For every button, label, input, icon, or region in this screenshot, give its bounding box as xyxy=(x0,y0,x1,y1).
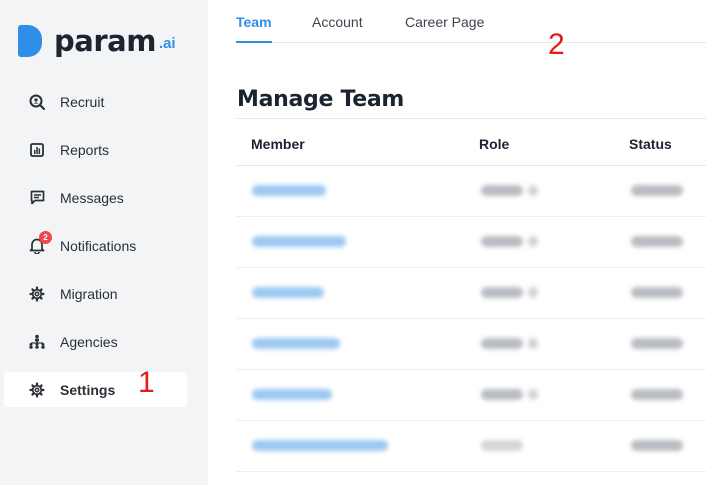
logo-suffix: .ai xyxy=(158,34,176,52)
sidebar-item-messages[interactable]: Messages xyxy=(4,180,187,215)
sidebar-item-label: Recruit xyxy=(60,93,105,110)
status-blurred xyxy=(631,389,683,400)
status-blurred xyxy=(631,185,683,196)
sidebar-item-label: Settings xyxy=(60,381,116,398)
sidebar-item-label: Notifications xyxy=(60,237,137,254)
column-header-member[interactable]: Member xyxy=(251,136,305,152)
sidebar: param .ai Recruit Reports Messages 2 Not… xyxy=(0,0,208,485)
table-row[interactable] xyxy=(236,217,706,268)
annotation-marker-1: 1 xyxy=(138,366,155,399)
column-header-status[interactable]: Status xyxy=(629,136,672,152)
table-row[interactable] xyxy=(236,268,706,319)
role-dropdown-blurred[interactable] xyxy=(528,185,538,196)
status-blurred xyxy=(631,287,683,298)
sidebar-item-agencies[interactable]: Agencies xyxy=(4,324,187,359)
table-row[interactable] xyxy=(236,319,706,370)
sidebar-item-notifications[interactable]: 2 Notifications xyxy=(4,228,187,263)
status-blurred xyxy=(631,236,683,247)
table-row[interactable] xyxy=(236,370,706,421)
table-row[interactable] xyxy=(236,421,706,472)
annotation-marker-2: 2 xyxy=(548,28,565,61)
org-chart-icon xyxy=(28,333,46,351)
chart-icon xyxy=(28,141,46,159)
role-blurred xyxy=(481,287,523,298)
role-dropdown-blurred[interactable] xyxy=(528,389,538,400)
role-dropdown-blurred[interactable] xyxy=(528,236,538,247)
logo-mark-icon xyxy=(18,25,42,57)
status-blurred xyxy=(631,440,683,451)
sidebar-item-reports[interactable]: Reports xyxy=(4,132,187,167)
member-name-blurred[interactable] xyxy=(252,185,326,196)
page-title: Manage Team xyxy=(237,87,405,112)
gear-icon xyxy=(28,381,46,399)
gear-icon xyxy=(28,285,46,303)
sidebar-item-migration[interactable]: Migration xyxy=(4,276,187,311)
sidebar-item-label: Agencies xyxy=(60,333,118,350)
role-blurred xyxy=(481,236,523,247)
role-blurred xyxy=(481,338,523,349)
role-dropdown-blurred[interactable] xyxy=(528,338,538,349)
tab-account[interactable]: Account xyxy=(312,14,363,43)
member-name-blurred[interactable] xyxy=(252,236,346,247)
sidebar-item-label: Reports xyxy=(60,141,110,158)
sidebar-item-settings[interactable]: Settings xyxy=(4,372,187,407)
role-blurred xyxy=(481,185,523,196)
column-header-role[interactable]: Role xyxy=(479,136,509,152)
member-name-blurred[interactable] xyxy=(252,287,324,298)
team-table: Member Role Status xyxy=(236,118,706,472)
member-name-blurred[interactable] xyxy=(252,389,332,400)
table-row[interactable] xyxy=(236,166,706,217)
sidebar-item-label: Messages xyxy=(60,189,124,206)
role-dropdown-blurred[interactable] xyxy=(528,287,538,298)
message-icon xyxy=(28,189,46,207)
role-blurred xyxy=(481,440,523,451)
sidebar-nav: Recruit Reports Messages 2 Notifications… xyxy=(4,84,187,420)
table-header: Member Role Status xyxy=(236,118,706,166)
tab-team[interactable]: Team xyxy=(236,14,272,43)
status-blurred xyxy=(631,338,683,349)
bell-icon: 2 xyxy=(28,230,52,255)
logo-text: param xyxy=(54,24,156,58)
tab-bar: Team Account Career Page xyxy=(236,0,706,43)
main-content: Team Account Career Page Manage Team Mem… xyxy=(208,0,706,485)
logo[interactable]: param .ai xyxy=(18,24,176,58)
sidebar-item-label: Migration xyxy=(60,285,118,302)
role-blurred xyxy=(481,389,523,400)
sidebar-item-recruit[interactable]: Recruit xyxy=(4,84,187,119)
tab-career-page[interactable]: Career Page xyxy=(405,14,484,43)
member-name-blurred[interactable] xyxy=(252,440,388,451)
search-icon xyxy=(28,93,46,111)
app-window: param .ai Recruit Reports Messages 2 Not… xyxy=(0,0,706,485)
member-name-blurred[interactable] xyxy=(252,338,340,349)
notification-badge: 2 xyxy=(39,230,52,244)
